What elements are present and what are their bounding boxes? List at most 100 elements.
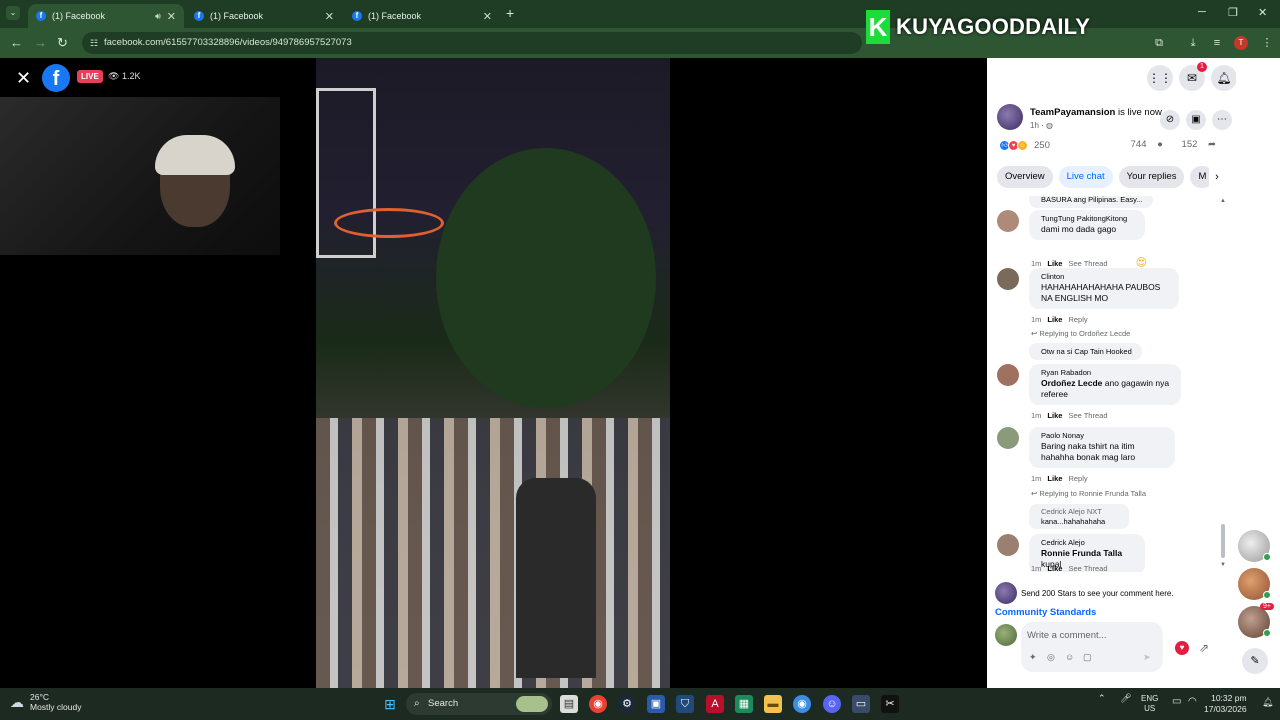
capcut-icon[interactable]: ✂ xyxy=(881,695,899,713)
store-icon[interactable]: ⛉ xyxy=(676,695,694,713)
site-info-icon[interactable]: ☷ xyxy=(90,32,98,54)
page-avatar[interactable] xyxy=(997,104,1023,130)
comment-author[interactable]: TungTung PakitongKitong xyxy=(1041,214,1135,223)
tab-overview[interactable]: Overview xyxy=(997,166,1053,188)
video-frame[interactable] xyxy=(316,58,670,688)
browser-tab-3[interactable]: f (1) Facebook ✕ xyxy=(344,4,500,28)
sticker-icon[interactable]: ▢ xyxy=(1083,652,1092,663)
new-tab-button[interactable]: + xyxy=(506,5,514,21)
comment-time[interactable]: 1m xyxy=(1031,315,1041,324)
post-time-value[interactable]: 1h · xyxy=(1030,121,1044,130)
post-author[interactable]: TeamPayamansion xyxy=(1030,107,1115,118)
discord-icon[interactable]: ☺ xyxy=(823,695,841,713)
folder-icon[interactable]: ▬ xyxy=(764,695,782,713)
extension-puzzle-icon[interactable]: ⧉ xyxy=(1152,36,1166,50)
like-button[interactable]: Like xyxy=(1047,411,1062,420)
tab-live-chat[interactable]: Live chat xyxy=(1058,166,1113,188)
like-button[interactable]: Like xyxy=(1047,315,1062,324)
comment-author[interactable]: Cedrick Alejo xyxy=(1041,538,1135,547)
clock[interactable]: 10:32 pm 17/03/2026 xyxy=(1204,693,1247,715)
forward-icon[interactable]: → xyxy=(34,35,47,50)
spreadsheet-icon[interactable]: ▦ xyxy=(735,695,753,713)
reload-icon[interactable]: ↻ xyxy=(57,35,68,51)
taskbar-search[interactable]: ⌕ Search xyxy=(406,693,552,715)
download-icon[interactable]: ⤓ xyxy=(1186,36,1200,50)
messenger-icon[interactable]: ✉ 1 xyxy=(1179,62,1207,91)
close-window-icon[interactable]: ✕ xyxy=(1258,6,1267,19)
community-standards-link[interactable]: Community Standards xyxy=(995,607,1096,618)
stars-icon[interactable]: ✦ xyxy=(1029,652,1037,663)
network-icon[interactable]: ▭ xyxy=(1172,696,1181,707)
url-field[interactable]: ☷ facebook.com/61557703328896/videos/949… xyxy=(82,32,862,54)
avatar[interactable] xyxy=(997,210,1019,232)
close-tab-icon[interactable]: ✕ xyxy=(325,10,334,23)
send-icon[interactable]: ➤ xyxy=(1143,652,1151,663)
media-control-icon[interactable]: ≡ xyxy=(1210,36,1224,50)
avatar[interactable] xyxy=(997,268,1019,290)
menu-icon[interactable]: ⋮ xyxy=(1260,36,1274,50)
weather-widget[interactable]: ☁ 26°C Mostly cloudy xyxy=(10,692,82,712)
profile-icon[interactable]: T xyxy=(1234,36,1248,50)
mute-notifications-icon[interactable]: ⊘ xyxy=(1160,110,1180,130)
comment-time[interactable]: 1m xyxy=(1031,411,1041,420)
browser-tab-2[interactable]: f (1) Facebook ✕ xyxy=(186,4,342,28)
share-count[interactable]: 152 ➦ xyxy=(1174,139,1216,150)
like-button[interactable]: Like xyxy=(1047,564,1062,572)
facebook-logo-icon[interactable]: f xyxy=(42,64,70,92)
scrollbar-thumb[interactable] xyxy=(1221,524,1225,558)
windows-start-icon[interactable]: ⊞ xyxy=(381,695,399,713)
app-window-icon[interactable]: ▭ xyxy=(852,695,870,713)
steam-icon[interactable]: ⚙ xyxy=(618,695,636,713)
comment-time[interactable]: 1m xyxy=(1031,474,1041,483)
avatar[interactable] xyxy=(997,427,1019,449)
close-tab-icon[interactable]: ✕ xyxy=(167,10,176,23)
close-tab-icon[interactable]: ✕ xyxy=(483,10,492,23)
tabs-next-chevron-icon[interactable]: › xyxy=(1209,166,1225,188)
app-blue-icon[interactable]: ▣ xyxy=(647,695,665,713)
avatar[interactable] xyxy=(997,534,1019,556)
comment-time[interactable]: 1m xyxy=(1031,564,1041,572)
heart-reaction-button[interactable]: ♥ xyxy=(1175,641,1189,655)
tab-your-replies[interactable]: Your replies xyxy=(1118,166,1185,188)
chrome-active-icon[interactable]: ◉ xyxy=(793,695,811,713)
menu-grid-icon[interactable]: ⋮⋮ xyxy=(1147,65,1173,91)
reaction-summary[interactable]: 👍︎ ♥ ☺ 250 xyxy=(999,138,1050,152)
comment-time[interactable]: 1m xyxy=(1031,259,1041,268)
minimize-icon[interactable]: ─ xyxy=(1198,6,1206,18)
speaker-icon[interactable]: 🔊︎ xyxy=(155,11,161,22)
close-viewer-icon[interactable]: ✕ xyxy=(16,68,31,89)
more-options-icon[interactable]: ⋯ xyxy=(1212,110,1232,130)
comment-mention[interactable]: Ronnie Frunda Talla xyxy=(1041,548,1122,558)
share-button[interactable]: ⇗ xyxy=(1199,641,1209,655)
save-video-icon[interactable]: ▣ xyxy=(1186,110,1206,130)
avatar[interactable] xyxy=(997,364,1019,386)
see-thread-button[interactable]: See Thread xyxy=(1068,411,1107,420)
file-icon[interactable]: ▤ xyxy=(560,695,578,713)
comment-author[interactable]: Paolo Nonay xyxy=(1041,431,1165,440)
browser-tab-1[interactable]: f (1) Facebook 🔊︎ ✕ xyxy=(28,4,184,28)
see-thread-button[interactable]: See Thread xyxy=(1068,259,1107,268)
chat-scrollbar[interactable]: ▲ ▼ xyxy=(1220,198,1226,568)
scroll-up-icon[interactable]: ▲ xyxy=(1220,198,1226,204)
scroll-down-icon[interactable]: ▼ xyxy=(1220,562,1226,568)
stars-prompt[interactable]: Send 200 Stars to see your comment here. xyxy=(995,582,1174,604)
comment-count[interactable]: 744 ● xyxy=(1123,139,1163,150)
tray-overflow-chevron-icon[interactable]: ⌃ xyxy=(1098,693,1106,703)
maximize-icon[interactable]: ❐ xyxy=(1228,6,1238,19)
language-indicator[interactable]: ENG US xyxy=(1141,694,1158,714)
emoji-icon[interactable]: ☺ xyxy=(1065,652,1074,662)
comment-author[interactable]: Ryan Rabadon xyxy=(1041,368,1171,377)
notifications-bell-icon[interactable]: 🔔︎ xyxy=(1211,65,1237,91)
contact-avatar[interactable]: 9+ xyxy=(1238,603,1274,638)
reply-button[interactable]: Reply xyxy=(1068,315,1087,324)
wifi-icon[interactable]: ◠ xyxy=(1188,696,1197,707)
see-thread-button[interactable]: See Thread xyxy=(1068,564,1107,572)
acrobat-icon[interactable]: A xyxy=(706,695,724,713)
back-icon[interactable]: ← xyxy=(10,35,23,50)
comment-input[interactable] xyxy=(1027,627,1157,643)
contact-avatar[interactable] xyxy=(1238,568,1271,600)
contact-avatar[interactable] xyxy=(1238,530,1271,562)
reply-button[interactable]: Reply xyxy=(1068,474,1087,483)
like-button[interactable]: Like xyxy=(1047,259,1062,268)
microphone-icon[interactable]: 🎤︎ xyxy=(1120,693,1131,703)
